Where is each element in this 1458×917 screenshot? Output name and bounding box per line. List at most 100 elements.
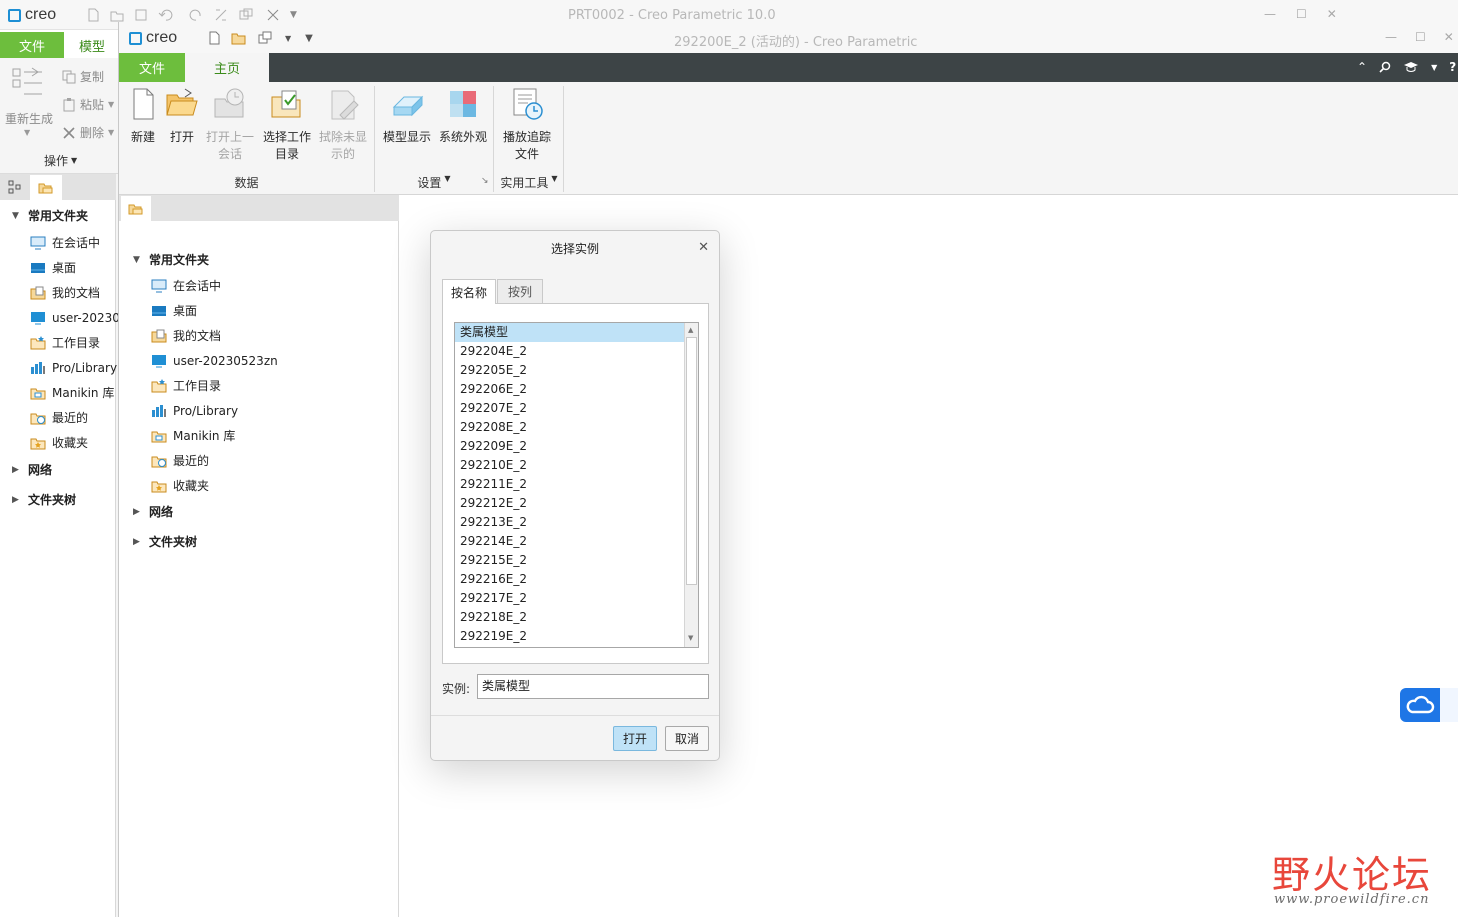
settings-dialog-launcher-icon[interactable]: ↘	[481, 176, 489, 186]
back-nav-item[interactable]: Pro/Library	[30, 355, 120, 380]
model-tree-tab[interactable]	[0, 174, 30, 200]
dialog-close-icon[interactable]: ✕	[698, 240, 709, 255]
nav-network[interactable]: ▶ 网络	[133, 503, 173, 520]
instance-list-item[interactable]: 292217E_2	[455, 589, 698, 608]
back-nav-item[interactable]: 最近的	[30, 405, 120, 430]
maximize-icon[interactable]: ☐	[1296, 7, 1307, 21]
learning-dropdown-icon[interactable]: ▼	[1431, 63, 1437, 72]
instance-list-item[interactable]: 292211E_2	[455, 475, 698, 494]
group-utilities[interactable]: 实用工具 ▼	[494, 174, 564, 191]
new-button[interactable]: 新建	[127, 87, 159, 146]
back-nav-item[interactable]: Manikin 库	[30, 380, 120, 405]
back-nav-item[interactable]: user-20230	[30, 305, 120, 330]
back-nav-item[interactable]: 收藏夹	[30, 430, 120, 455]
delete-dropdown-icon[interactable]: ▼	[108, 128, 114, 137]
tab-by-column[interactable]: 按列	[497, 279, 543, 303]
group-settings[interactable]: 设置 ▼	[375, 174, 493, 191]
nav-folder-tree[interactable]: ▶ 文件夹树	[133, 533, 197, 550]
close-window-icon[interactable]	[266, 8, 280, 22]
instance-list-item[interactable]: 292219E_2	[455, 627, 698, 646]
instance-list-item[interactable]: 292209E_2	[455, 437, 698, 456]
help-icon[interactable]: ?	[1449, 60, 1456, 74]
nav-item[interactable]: 收藏夹	[151, 473, 278, 498]
paste-dropdown-icon[interactable]: ▼	[108, 100, 114, 109]
minimize-icon[interactable]: —	[1385, 30, 1397, 44]
open-last-session-button[interactable]: 打开上一 会话	[203, 87, 257, 163]
save-icon[interactable]	[134, 8, 148, 22]
play-trail-file-button[interactable]: 播放追踪 文件	[497, 87, 557, 163]
cloud-widget-tab[interactable]	[1440, 688, 1458, 722]
cancel-button[interactable]: 取消	[665, 726, 709, 751]
scroll-up-icon[interactable]: ▲	[688, 326, 693, 334]
windows-icon[interactable]	[238, 8, 256, 22]
new-file-icon[interactable]	[86, 8, 100, 22]
maximize-icon[interactable]: ☐	[1415, 30, 1426, 44]
instance-list-item[interactable]: 292215E_2	[455, 551, 698, 570]
tab-file[interactable]: 文件	[119, 53, 185, 82]
learning-connector-icon[interactable]	[1403, 61, 1419, 73]
back-nav-favorites-header[interactable]: ▼ 常用文件夹	[12, 207, 88, 224]
tab-model[interactable]: 模型	[64, 32, 120, 58]
close-icon[interactable]: ✕	[1327, 7, 1337, 21]
nav-item[interactable]: 我的文档	[151, 323, 278, 348]
nav-item[interactable]: Pro/Library	[151, 398, 278, 423]
group-operations[interactable]: 操作 ▼	[44, 152, 77, 169]
scroll-down-icon[interactable]: ▼	[688, 634, 693, 642]
instance-list-item[interactable]: 292216E_2	[455, 570, 698, 589]
windows-icon[interactable]	[257, 31, 275, 45]
nav-item[interactable]: 工作目录	[151, 373, 278, 398]
regenerate-dropdown-icon[interactable]: ▼	[24, 128, 30, 137]
instance-list-item[interactable]: 292210E_2	[455, 456, 698, 475]
nav-item[interactable]: Manikin 库	[151, 423, 278, 448]
instance-list-item[interactable]: 292205E_2	[455, 361, 698, 380]
instance-list-item[interactable]: 292214E_2	[455, 532, 698, 551]
instance-list-item[interactable]: 292206E_2	[455, 380, 698, 399]
collapse-ribbon-icon[interactable]: ⌃	[1357, 60, 1367, 74]
undo-icon[interactable]	[158, 8, 176, 22]
instance-list-item[interactable]: 292208E_2	[455, 418, 698, 437]
tab-home[interactable]: 主页	[185, 53, 269, 82]
select-working-directory-button[interactable]: 选择工作 目录	[259, 87, 315, 163]
open-button[interactable]: 打开	[165, 87, 199, 146]
scrollbar-thumb[interactable]	[686, 337, 697, 585]
delete-button[interactable]: 删除 ▼	[62, 124, 114, 141]
regenerate-button[interactable]	[10, 66, 46, 102]
nav-item[interactable]: 桌面	[151, 298, 278, 323]
back-nav-folder-tree[interactable]: ▶ 文件夹树	[12, 491, 76, 508]
nav-item[interactable]: 在会话中	[151, 273, 278, 298]
folder-browser-tab[interactable]	[121, 196, 151, 221]
open-folder-icon[interactable]	[231, 31, 247, 45]
back-nav-item[interactable]: 桌面	[30, 255, 120, 280]
back-nav-item[interactable]: 工作目录	[30, 330, 120, 355]
regenerate-small-icon[interactable]	[214, 8, 228, 22]
back-nav-item[interactable]: 在会话中	[30, 230, 120, 255]
nav-item[interactable]: 最近的	[151, 448, 278, 473]
redo-icon[interactable]	[186, 8, 204, 22]
windows-dropdown-icon[interactable]: ▼	[285, 34, 291, 43]
customize-dropdown-icon[interactable]: ▼	[290, 10, 297, 20]
model-display-button[interactable]: 模型显示	[379, 87, 435, 146]
back-nav-network[interactable]: ▶ 网络	[12, 461, 52, 478]
instance-list[interactable]: 类属模型 292204E_2 292205E_2 292206E_2 292207E_2…	[454, 322, 699, 648]
nav-favorites-header[interactable]: ▼ 常用文件夹	[133, 251, 209, 268]
search-icon[interactable]	[1379, 61, 1391, 73]
erase-not-displayed-button[interactable]: 拭除未显 示的	[315, 87, 371, 163]
open-folder-icon[interactable]	[110, 8, 124, 22]
instance-list-item[interactable]: 292204E_2	[455, 342, 698, 361]
instance-input[interactable]: 类属模型	[477, 674, 709, 699]
close-icon[interactable]: ✕	[1444, 30, 1454, 44]
copy-button[interactable]: 复制	[62, 68, 104, 85]
tab-by-name[interactable]: 按名称	[442, 279, 496, 304]
minimize-icon[interactable]: —	[1264, 7, 1276, 21]
paste-button[interactable]: 粘贴 ▼	[62, 96, 114, 113]
list-scrollbar[interactable]: ▲ ▼	[684, 323, 698, 647]
instance-list-item[interactable]: 292207E_2	[455, 399, 698, 418]
nav-item[interactable]: user-20230523zn	[151, 348, 278, 373]
system-appearance-button[interactable]: 系统外观	[435, 87, 491, 146]
tab-file[interactable]: 文件	[0, 32, 64, 58]
open-button[interactable]: 打开	[613, 726, 657, 751]
customize-dropdown-icon[interactable]: ▼	[305, 33, 313, 44]
back-nav-item[interactable]: 我的文档	[30, 280, 120, 305]
instance-list-item[interactable]: 类属模型	[455, 323, 698, 342]
cloud-sync-widget[interactable]	[1400, 688, 1440, 722]
